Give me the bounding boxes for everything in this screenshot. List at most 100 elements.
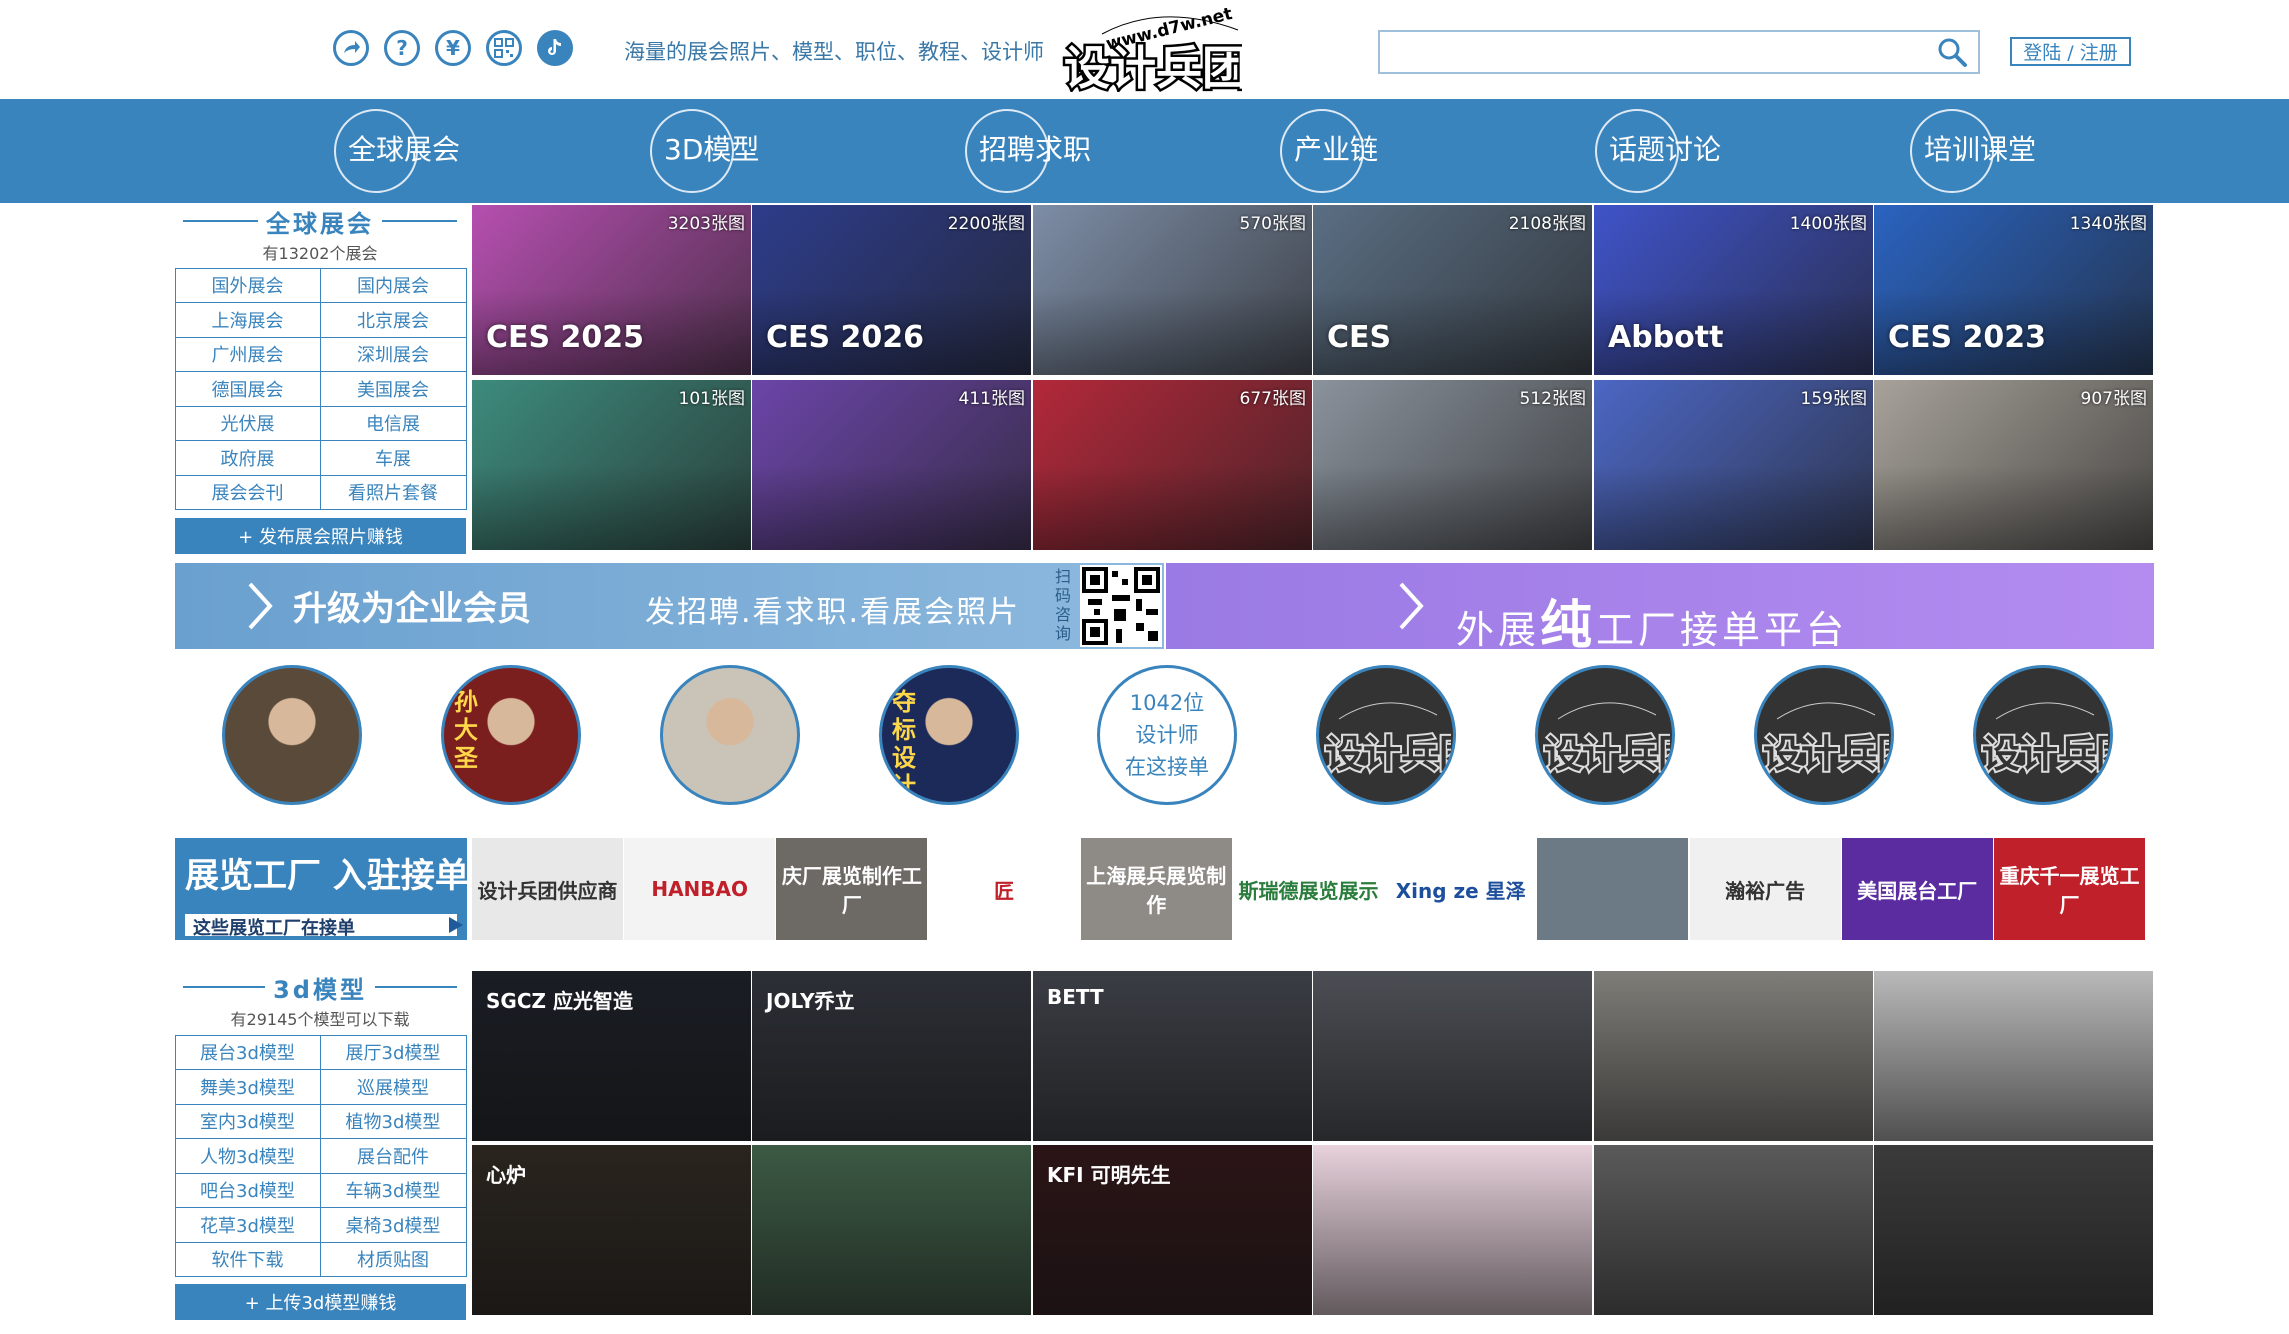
douyin-icon[interactable] <box>537 30 573 66</box>
photo-count: 570张图 <box>1239 214 1306 234</box>
designer-count-cta: 在这接单 <box>1125 755 1209 779</box>
models-link[interactable]: 舞美3d模型 <box>174 1069 321 1105</box>
expo-link[interactable]: 光伏展 <box>174 405 321 441</box>
expo-photo-card[interactable]: 1340张图 CES 2023 <box>1874 205 2153 375</box>
factory-logo-card[interactable] <box>1537 838 1689 940</box>
expo-photo-card[interactable]: 3203张图 CES 2025 <box>472 205 751 375</box>
models-link[interactable]: 展台配件 <box>319 1138 467 1174</box>
factory-logo-card[interactable]: 瀚裕广告 <box>1689 838 1841 940</box>
model-card[interactable] <box>1594 971 1873 1141</box>
factory-logo-card[interactable]: 设计兵团供应商 <box>472 838 623 940</box>
photo-shade <box>472 465 751 550</box>
expo-photo-card[interactable]: 101张图 <box>472 380 751 550</box>
expo-link[interactable]: 广州展会 <box>174 336 321 372</box>
model-card[interactable] <box>1313 1145 1592 1315</box>
expo-photo-card[interactable]: 677张图 <box>1033 380 1312 550</box>
factory-logo-card[interactable]: 匠 <box>928 838 1080 940</box>
upload-3d-model-button[interactable]: + 上传3d模型赚钱 <box>175 1284 466 1320</box>
share-icon[interactable] <box>333 30 369 66</box>
expo-photo-card[interactable]: 159张图 <box>1594 380 1873 550</box>
models-link[interactable]: 软件下载 <box>174 1241 321 1277</box>
site-logo[interactable]: www.d7w.net 设计兵团 <box>1062 4 1251 98</box>
photo-shade <box>1033 465 1312 550</box>
models-link[interactable]: 植物3d模型 <box>319 1103 467 1139</box>
expo-link[interactable]: 德国展会 <box>174 371 321 407</box>
model-card[interactable] <box>752 1145 1031 1315</box>
nav-label: 产业链 <box>1294 133 1379 166</box>
models-link[interactable]: 花草3d模型 <box>174 1207 321 1243</box>
factory-ad-title: 展览工厂 入驻接单 <box>185 856 469 896</box>
designer-avatar[interactable] <box>660 665 800 805</box>
expo-link[interactable]: 国内展会 <box>319 267 467 303</box>
site-logo-icon: 设计兵团 <box>1761 702 1889 778</box>
expo-link[interactable]: 电信展 <box>319 405 467 441</box>
factory-logo-card[interactable]: 重庆千一展览工厂 <box>1994 838 2145 940</box>
expo-link[interactable]: 展会会刊 <box>174 474 321 510</box>
member-banner-scan-label: 扫码咨询 <box>1055 567 1072 643</box>
factory-logo-card[interactable]: Xing ze 星泽 <box>1385 838 1537 940</box>
expo-photo-card[interactable]: 907张图 <box>1874 380 2153 550</box>
factory-logo-card[interactable]: 上海展兵展览制作 <box>1080 838 1232 940</box>
models-link[interactable]: 人物3d模型 <box>174 1138 321 1174</box>
expo-link[interactable]: 上海展会 <box>174 302 321 338</box>
model-card[interactable] <box>1874 1145 2153 1315</box>
designer-name: 夺标设计 <box>892 688 916 800</box>
expo-photo-card[interactable]: 2108张图 CES <box>1313 205 1592 375</box>
designer-count-badge[interactable]: 1042位 设计师 在这接单 <box>1097 665 1237 805</box>
factory-platform-banner[interactable]: 外展纯工厂接单平台 <box>1166 563 2154 656</box>
enterprise-member-banner[interactable]: 升级为企业会员 发招聘.看求职.看展会照片 扫码咨询 <box>175 563 1164 649</box>
yen-icon[interactable]: ¥ <box>435 30 471 66</box>
factory-logo-card[interactable]: HANBAO <box>624 838 776 940</box>
models-link[interactable]: 桌椅3d模型 <box>319 1207 467 1243</box>
model-card[interactable]: 心炉 <box>472 1145 751 1315</box>
expo-photo-card[interactable]: 570张图 <box>1033 205 1312 375</box>
designer-avatar[interactable]: 夺标设计 <box>879 665 1019 805</box>
expo-link[interactable]: 美国展会 <box>319 371 467 407</box>
designer-placeholder-avatar[interactable]: 设计兵团 <box>1754 665 1894 805</box>
models-link[interactable]: 材质贴图 <box>319 1241 467 1277</box>
models-link[interactable]: 巡展模型 <box>319 1069 467 1105</box>
models-link[interactable]: 室内3d模型 <box>174 1103 321 1139</box>
expo-link[interactable]: 政府展 <box>174 440 321 476</box>
expo-link[interactable]: 北京展会 <box>319 302 467 338</box>
expo-photo-card[interactable]: 2200张图 CES 2026 <box>752 205 1031 375</box>
designer-avatar[interactable]: 孙大圣 <box>441 665 581 805</box>
expo-link[interactable]: 看照片套餐 <box>319 474 467 510</box>
svg-text:设计兵团: 设计兵团 <box>1544 732 1670 776</box>
models-link[interactable]: 展厅3d模型 <box>319 1034 467 1070</box>
expo-link[interactable]: 国外展会 <box>174 267 321 303</box>
designer-placeholder-avatar[interactable]: 设计兵团 <box>1316 665 1456 805</box>
factory-logo-card[interactable]: 庆厂展览制作工厂 <box>776 838 928 940</box>
model-card[interactable]: KFI 可明先生 <box>1033 1145 1312 1315</box>
qrcode-icon[interactable] <box>486 30 522 66</box>
expo-photo-card[interactable]: 1400张图 Abbott <box>1594 205 1873 375</box>
model-card[interactable]: SGCZ 应光智造 <box>472 971 751 1141</box>
factory-join-ad[interactable]: 展览工厂 入驻接单 这些展览工厂在接单 <box>175 838 469 940</box>
model-caption: JOLY乔立 <box>766 989 855 1013</box>
factory-logo-card[interactable]: 斯瑞德展览展示 <box>1233 838 1384 940</box>
expo-link[interactable]: 车展 <box>319 440 467 476</box>
factory-logo-card[interactable]: 美国展台工厂 <box>1841 838 1993 940</box>
member-banner-subtitle: 发招聘.看求职.看展会照片 <box>645 595 1021 630</box>
expo-photo-card[interactable]: 411张图 <box>752 380 1031 550</box>
publish-expo-photos-button[interactable]: + 发布展会照片赚钱 <box>175 518 466 554</box>
model-card[interactable]: BETT <box>1033 971 1312 1141</box>
designer-count-label: 设计师 <box>1135 723 1199 747</box>
search-icon[interactable] <box>1932 34 1972 70</box>
models-link[interactable]: 车辆3d模型 <box>319 1172 467 1208</box>
designer-placeholder-avatar[interactable]: 设计兵团 <box>1535 665 1675 805</box>
model-card[interactable] <box>1594 1145 1873 1315</box>
designer-avatar[interactable] <box>222 665 362 805</box>
designer-placeholder-avatar[interactable]: 设计兵团 <box>1973 665 2113 805</box>
help-icon[interactable]: ? <box>384 30 420 66</box>
expo-link[interactable]: 深圳展会 <box>319 336 467 372</box>
model-card[interactable] <box>1874 971 2153 1141</box>
model-card[interactable]: JOLY乔立 <box>752 971 1031 1141</box>
model-card[interactable] <box>1313 971 1592 1141</box>
models-link[interactable]: 吧台3d模型 <box>174 1172 321 1208</box>
expo-photo-card[interactable]: 512张图 <box>1313 380 1592 550</box>
search-input[interactable] <box>1378 30 1980 74</box>
models-link[interactable]: 展台3d模型 <box>174 1034 321 1070</box>
site-logo-icon: 设计兵团 <box>1542 702 1670 778</box>
login-register-button[interactable]: 登陆 / 注册 <box>2010 37 2131 66</box>
